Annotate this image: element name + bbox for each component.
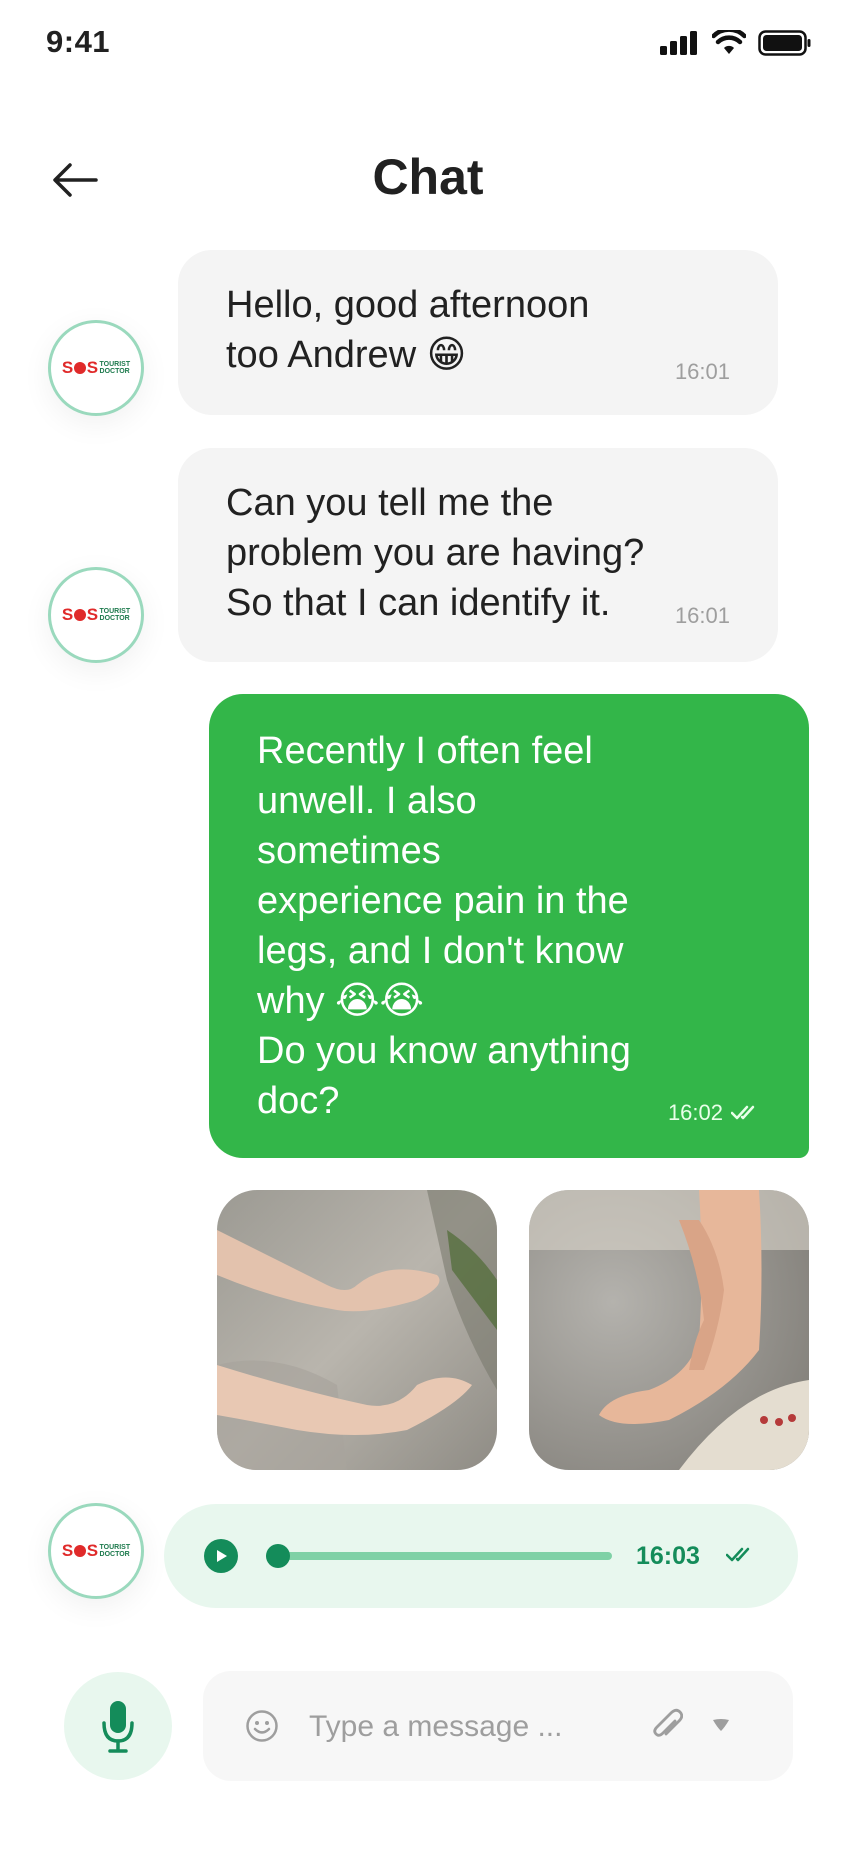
message-text: Hello, good afternoon too Andrew 😁 [226,284,590,376]
voice-progress-track[interactable] [266,1552,612,1560]
message-time: 16:01 [674,603,730,628]
dropdown-icon[interactable] [711,1717,731,1733]
doctor-avatar[interactable]: SS TOURIST DOCTOR [48,320,144,416]
message-meta: 16:02 [668,1100,761,1126]
voice-progress-handle[interactable] [266,1544,290,1568]
attach-icon[interactable] [651,1707,683,1745]
message-input[interactable] [307,1705,611,1749]
mic-icon [102,1701,134,1753]
double-check-icon [726,1547,750,1562]
sos-tourist-doctor-logo: SS TOURIST DOCTOR [61,1541,131,1560]
mic-button[interactable] [64,1672,172,1780]
message-bubble-incoming[interactable]: Hello, good afternoon too Andrew 😁 16:01 [178,250,778,415]
play-button[interactable] [204,1539,238,1573]
message-time: 16:02 [667,1100,723,1125]
status-time: 9:41 [46,24,111,59]
message-text: Can you tell me the problem you are havi… [226,482,645,624]
doctor-avatar[interactable]: SS TOURIST DOCTOR [48,1503,144,1599]
double-check-icon [731,1105,755,1120]
doctor-avatar[interactable]: SS TOURIST DOCTOR [48,567,144,663]
signal-icon [660,31,697,55]
sos-tourist-doctor-logo: SS TOURIST DOCTOR [61,605,131,624]
voice-message[interactable]: 16:03 [164,1504,798,1608]
wifi-icon [712,30,746,54]
emoji-icon[interactable] [245,1709,279,1743]
battery-icon [758,30,811,56]
message-composer[interactable] [203,1671,793,1781]
play-icon [217,1550,227,1562]
status-icons [660,30,812,56]
message-bubble-incoming[interactable]: Can you tell me the problem you are havi… [178,448,778,662]
message-time: 16:01 [674,359,730,384]
legs-photo[interactable] [217,1190,497,1470]
voice-time: 16:03 [636,1542,700,1570]
sos-tourist-doctor-logo: SS TOURIST DOCTOR [61,358,131,377]
message-bubble-outgoing[interactable]: Recently I often feel unwell. I also som… [209,694,809,1158]
message-text: Recently I often feel unwell. I also som… [257,730,631,1122]
page-title: Chat [372,149,484,205]
feet-photo[interactable] [529,1190,809,1470]
